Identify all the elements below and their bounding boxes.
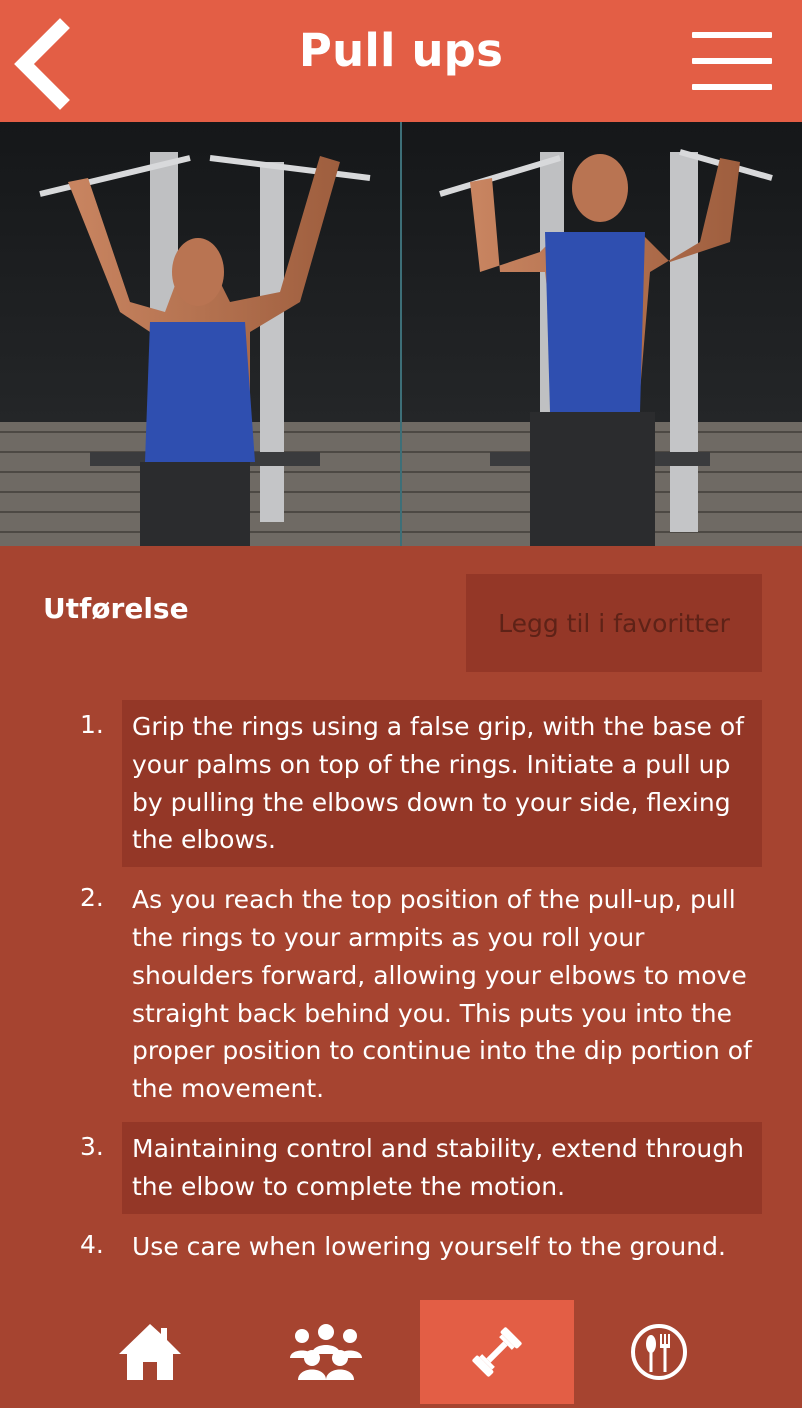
steps-list: 1. Grip the rings using a false grip, wi… [0, 700, 802, 1273]
step-text: As you reach the top position of the pul… [132, 885, 752, 1104]
dumbbell-icon [472, 1327, 522, 1377]
menu-button[interactable] [690, 30, 774, 94]
exercise-photo [0, 122, 802, 546]
hamburger-icon-line [692, 84, 772, 90]
step-number: 4. [80, 1229, 104, 1259]
list-item: 4. Use care when lowering yourself to th… [0, 1220, 802, 1274]
list-item: 3. Maintaining control and stability, ex… [0, 1121, 802, 1214]
group-icon [290, 1324, 362, 1380]
add-to-favorites-button[interactable]: Legg til i favoritter [466, 574, 762, 672]
restaurant-icon [631, 1324, 687, 1380]
home-icon [119, 1324, 181, 1380]
step-text: Use care when lowering yourself to the g… [132, 1231, 726, 1261]
step-text: Grip the rings using a false grip, with … [122, 700, 762, 868]
step-number: 2. [80, 883, 104, 913]
exercise-images [0, 122, 802, 546]
nav-home[interactable] [73, 1300, 227, 1404]
list-item: 1. Grip the rings using a false grip, wi… [0, 700, 802, 868]
nav-community[interactable] [249, 1300, 403, 1404]
page-title: Pull ups [298, 24, 504, 77]
section-heading: Utførelse [43, 592, 189, 625]
nav-nutrition[interactable] [582, 1300, 736, 1404]
app-frame: Pull ups Utførelse Legg til i favoritter… [0, 0, 802, 1408]
hamburger-icon-line [692, 58, 772, 64]
bottom-navigation [0, 1300, 802, 1408]
top-bar: Pull ups [0, 0, 802, 122]
step-number: 3. [80, 1131, 104, 1161]
nav-workouts[interactable] [420, 1300, 574, 1404]
step-number: 1. [80, 710, 104, 739]
step-text: Maintaining control and stability, exten… [122, 1121, 762, 1214]
hamburger-icon [692, 32, 772, 38]
list-item: 2. As you reach the top position of the … [0, 873, 802, 1116]
